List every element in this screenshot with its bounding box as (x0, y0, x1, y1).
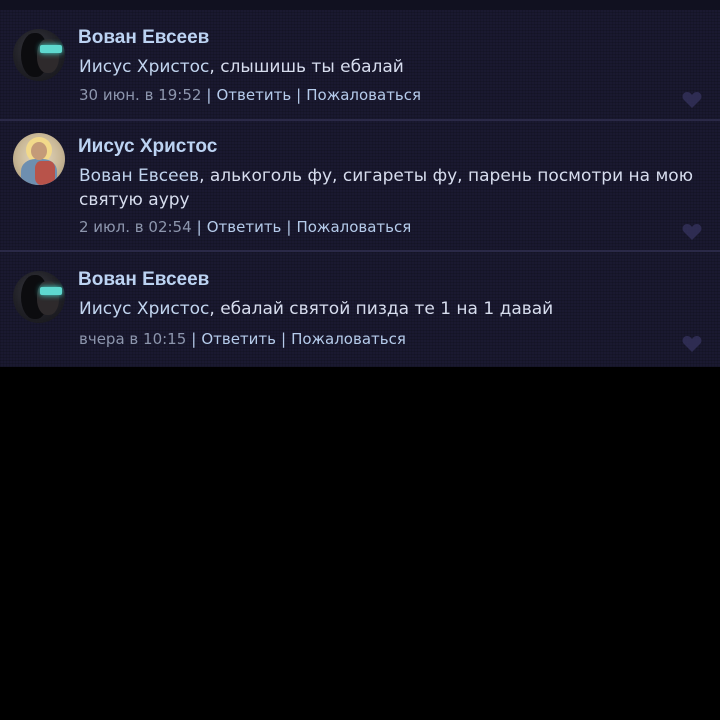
comment-author[interactable]: Вован Евсеев (78, 269, 209, 291)
avatar-glowing-eyes (40, 287, 62, 295)
meta-separator: | (281, 330, 287, 348)
meta-separator: | (286, 218, 292, 236)
comment-body: , слышишь ты ебалай (209, 57, 404, 77)
comment-meta: 30 июн. в 19:52 | Ответить | Пожаловаться (79, 86, 421, 104)
avatar[interactable] (13, 133, 65, 185)
comment-author[interactable]: Вован Евсеев (78, 27, 209, 49)
comment-mention[interactable]: Иисус Христос (79, 57, 209, 77)
comment-text: Вован Евсеев, алькоголь фу, сигареты фу,… (79, 164, 699, 212)
comment-item: Вован Евсеев Иисус Христос, слышишь ты е… (0, 10, 720, 119)
reply-link[interactable]: Ответить (216, 86, 291, 104)
comment-mention[interactable]: Вован Евсеев (79, 166, 199, 186)
avatar-head (31, 142, 47, 160)
comment-text: Иисус Христос, слышишь ты ебалай (79, 55, 699, 79)
meta-separator: | (191, 330, 197, 348)
comment-meta: вчера в 10:15 | Ответить | Пожаловаться (79, 330, 406, 348)
comment-body: , ебалай святой пизда те 1 на 1 давай (209, 299, 554, 319)
reply-link[interactable]: Ответить (201, 330, 276, 348)
meta-separator: | (296, 86, 302, 104)
comment-timestamp[interactable]: 2 июл. в 02:54 (79, 218, 192, 236)
meta-separator: | (196, 218, 202, 236)
comment-item: Иисус Христос Вован Евсеев, алькоголь фу… (0, 121, 720, 250)
comment-timestamp[interactable]: 30 июн. в 19:52 (79, 86, 201, 104)
report-link[interactable]: Пожаловаться (306, 86, 421, 104)
heart-icon[interactable] (682, 335, 702, 353)
comment-text: Иисус Христос, ебалай святой пизда те 1 … (79, 297, 699, 321)
comment-item: Вован Евсеев Иисус Христос, ебалай свято… (0, 252, 720, 367)
report-link[interactable]: Пожаловаться (296, 218, 411, 236)
comments-panel: Вован Евсеев Иисус Христос, слышишь ты е… (0, 0, 720, 367)
heart-icon[interactable] (682, 223, 702, 241)
avatar-robe-accent (35, 161, 55, 185)
comment-author[interactable]: Иисус Христос (78, 136, 217, 158)
avatar-glowing-eyes (40, 45, 62, 53)
avatar[interactable] (13, 29, 65, 81)
screen: Вован Евсеев Иисус Христос, слышишь ты е… (0, 0, 720, 720)
top-edge (0, 0, 720, 10)
reply-link[interactable]: Ответить (207, 218, 282, 236)
heart-icon[interactable] (682, 91, 702, 109)
meta-separator: | (206, 86, 212, 104)
comment-meta: 2 июл. в 02:54 | Ответить | Пожаловаться (79, 218, 411, 236)
comment-mention[interactable]: Иисус Христос (79, 299, 209, 319)
comment-timestamp[interactable]: вчера в 10:15 (79, 330, 186, 348)
avatar[interactable] (13, 271, 65, 323)
report-link[interactable]: Пожаловаться (291, 330, 406, 348)
